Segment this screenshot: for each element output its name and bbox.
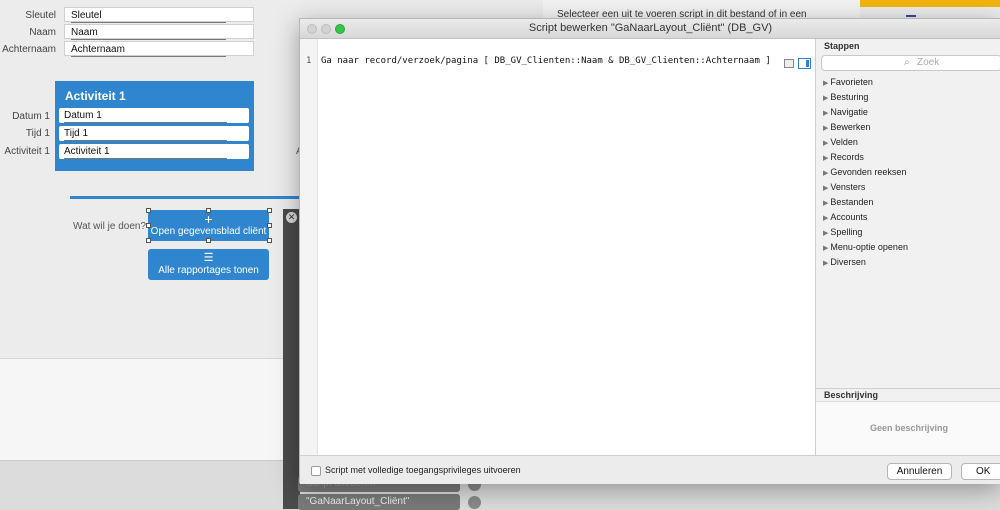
disclosure-triangle-icon: ▶ [823,230,829,237]
field-label-sleutel: Sleutel [25,10,56,21]
selection-handle[interactable] [146,238,151,243]
ok-button[interactable]: OK [961,463,1000,480]
field-label-datum: Datum 1 [12,111,50,122]
window-title: Script bewerken "GaNaarLayout_Cliënt" (D… [528,22,773,34]
window-footer: Script met volledige toegangsprivileges … [300,455,1000,484]
line-gutter [300,39,318,455]
disclosure-triangle-icon: ▶ [823,140,829,147]
description-empty-text: Geen beschrijving [869,423,949,433]
step-category-spelling[interactable]: ▶ Spelling [823,227,862,237]
banner-strip [860,0,1000,7]
field-activiteit[interactable]: Activiteit 1 [59,144,249,159]
disclosure-triangle-icon: ▶ [823,260,829,267]
full-access-label: Script met volledige toegangsprivileges … [325,465,521,475]
disclosure-triangle-icon: ▶ [823,200,829,207]
gear-icon[interactable] [468,496,481,509]
disclosure-triangle-icon: ▶ [823,80,829,87]
step-category-vensters[interactable]: ▶ Vensters [823,182,865,192]
search-icon: ⌕ [904,57,910,68]
palette-script-pill[interactable]: "GaNaarLayout_Cliënt" [298,494,460,510]
activity-panel: Activiteit 1 Datum 1 Tijd 1 Activiteit 1 [55,81,254,171]
field-tijd[interactable]: Tijd 1 [59,126,249,141]
all-reports-label: Alle rapportages tonen [158,265,259,276]
disclosure-triangle-icon: ▶ [823,215,829,222]
field-label-naam: Naam [29,27,56,38]
line-number: 1 [306,56,312,66]
step-category-navigatie[interactable]: ▶ Navigatie [823,107,868,117]
disclosure-triangle-icon: ▶ [823,125,829,132]
plus-icon: + [204,211,213,227]
selection-handle[interactable] [206,238,211,243]
divider-line [70,196,300,199]
close-icon[interactable]: ✕ [286,212,297,223]
activity-title: Activiteit 1 [65,89,126,103]
steps-search-input[interactable]: ⌕ Zoek [821,55,1000,71]
banner-mark [906,15,916,17]
description-panel: Geen beschrijving [816,402,1000,455]
search-placeholder: Zoek [917,57,940,68]
full-access-checkbox[interactable] [311,466,321,476]
description-header: Beschrijving [816,388,1000,402]
selection-handle[interactable] [267,208,272,213]
selection-handle[interactable] [267,223,272,228]
selection-handle[interactable] [146,223,151,228]
field-label-activiteit: Activiteit 1 [4,146,50,157]
script-step-line[interactable]: Ga naar record/verzoek/pagina [ DB_GV_Cl… [321,56,771,66]
cancel-button[interactable]: Annuleren [887,463,952,480]
step-category-favorieten[interactable]: ▶ Favorieten [823,77,873,87]
step-category-besturing[interactable]: ▶ Besturing [823,92,868,102]
list-icon: ☰ [203,252,214,264]
script-editor[interactable]: 1 Ga naar record/verzoek/pagina [ DB_GV_… [300,39,815,455]
step-category-menu-optie-openen[interactable]: ▶ Menu-optie openen [823,242,908,252]
step-category-accounts[interactable]: ▶ Accounts [823,212,867,222]
field-achternaam[interactable]: Achternaam [64,41,254,57]
disclosure-triangle-icon: ▶ [823,245,829,252]
step-category-gevonden-reeksen[interactable]: ▶ Gevonden reeksen [823,167,906,177]
selection-handle[interactable] [206,208,211,213]
step-category-bestanden[interactable]: ▶ Bestanden [823,197,873,207]
disclosure-triangle-icon: ▶ [823,110,829,117]
window-titlebar[interactable]: Script bewerken "GaNaarLayout_Cliënt" (D… [300,19,1000,39]
disclosure-triangle-icon: ▶ [823,155,829,162]
open-client-label: Open gegevensblad cliënt [150,226,267,237]
selection-handle[interactable] [267,238,272,243]
split-pane-icon[interactable] [798,58,811,69]
script-palette [283,209,300,509]
field-label-achternaam: Achternaam [2,44,56,55]
description-heading: Beschrijving [824,390,879,400]
disclosure-triangle-icon: ▶ [823,95,829,102]
steps-sidebar: Stappen ⌕ Zoek ▶ Favorieten ▶ Besturing ▶ N… [815,39,1000,455]
field-label-tijd: Tijd 1 [25,128,50,139]
steps-heading: Stappen [824,41,860,51]
disclosure-triangle-icon: ▶ [823,170,829,177]
step-category-velden[interactable]: ▶ Velden [823,137,858,147]
disclosure-triangle-icon: ▶ [823,185,829,192]
field-sleutel[interactable]: Sleutel [64,7,254,23]
step-category-diversen[interactable]: ▶ Diversen [823,257,866,267]
field-naam[interactable]: Naam [64,24,254,40]
selection-handle[interactable] [146,208,151,213]
field-datum[interactable]: Datum 1 [59,108,249,123]
all-reports-button[interactable]: ☰ Alle rapportages tonen [148,249,269,280]
question-label: Wat wil je doen? [73,221,146,232]
open-client-button[interactable]: + Open gegevensblad cliënt [148,210,269,241]
script-editor-window: Script bewerken "GaNaarLayout_Cliënt" (D… [299,18,1000,484]
step-category-bewerken[interactable]: ▶ Bewerken [823,122,870,132]
step-category-records[interactable]: ▶ Records [823,152,864,162]
single-pane-icon[interactable] [784,59,794,68]
